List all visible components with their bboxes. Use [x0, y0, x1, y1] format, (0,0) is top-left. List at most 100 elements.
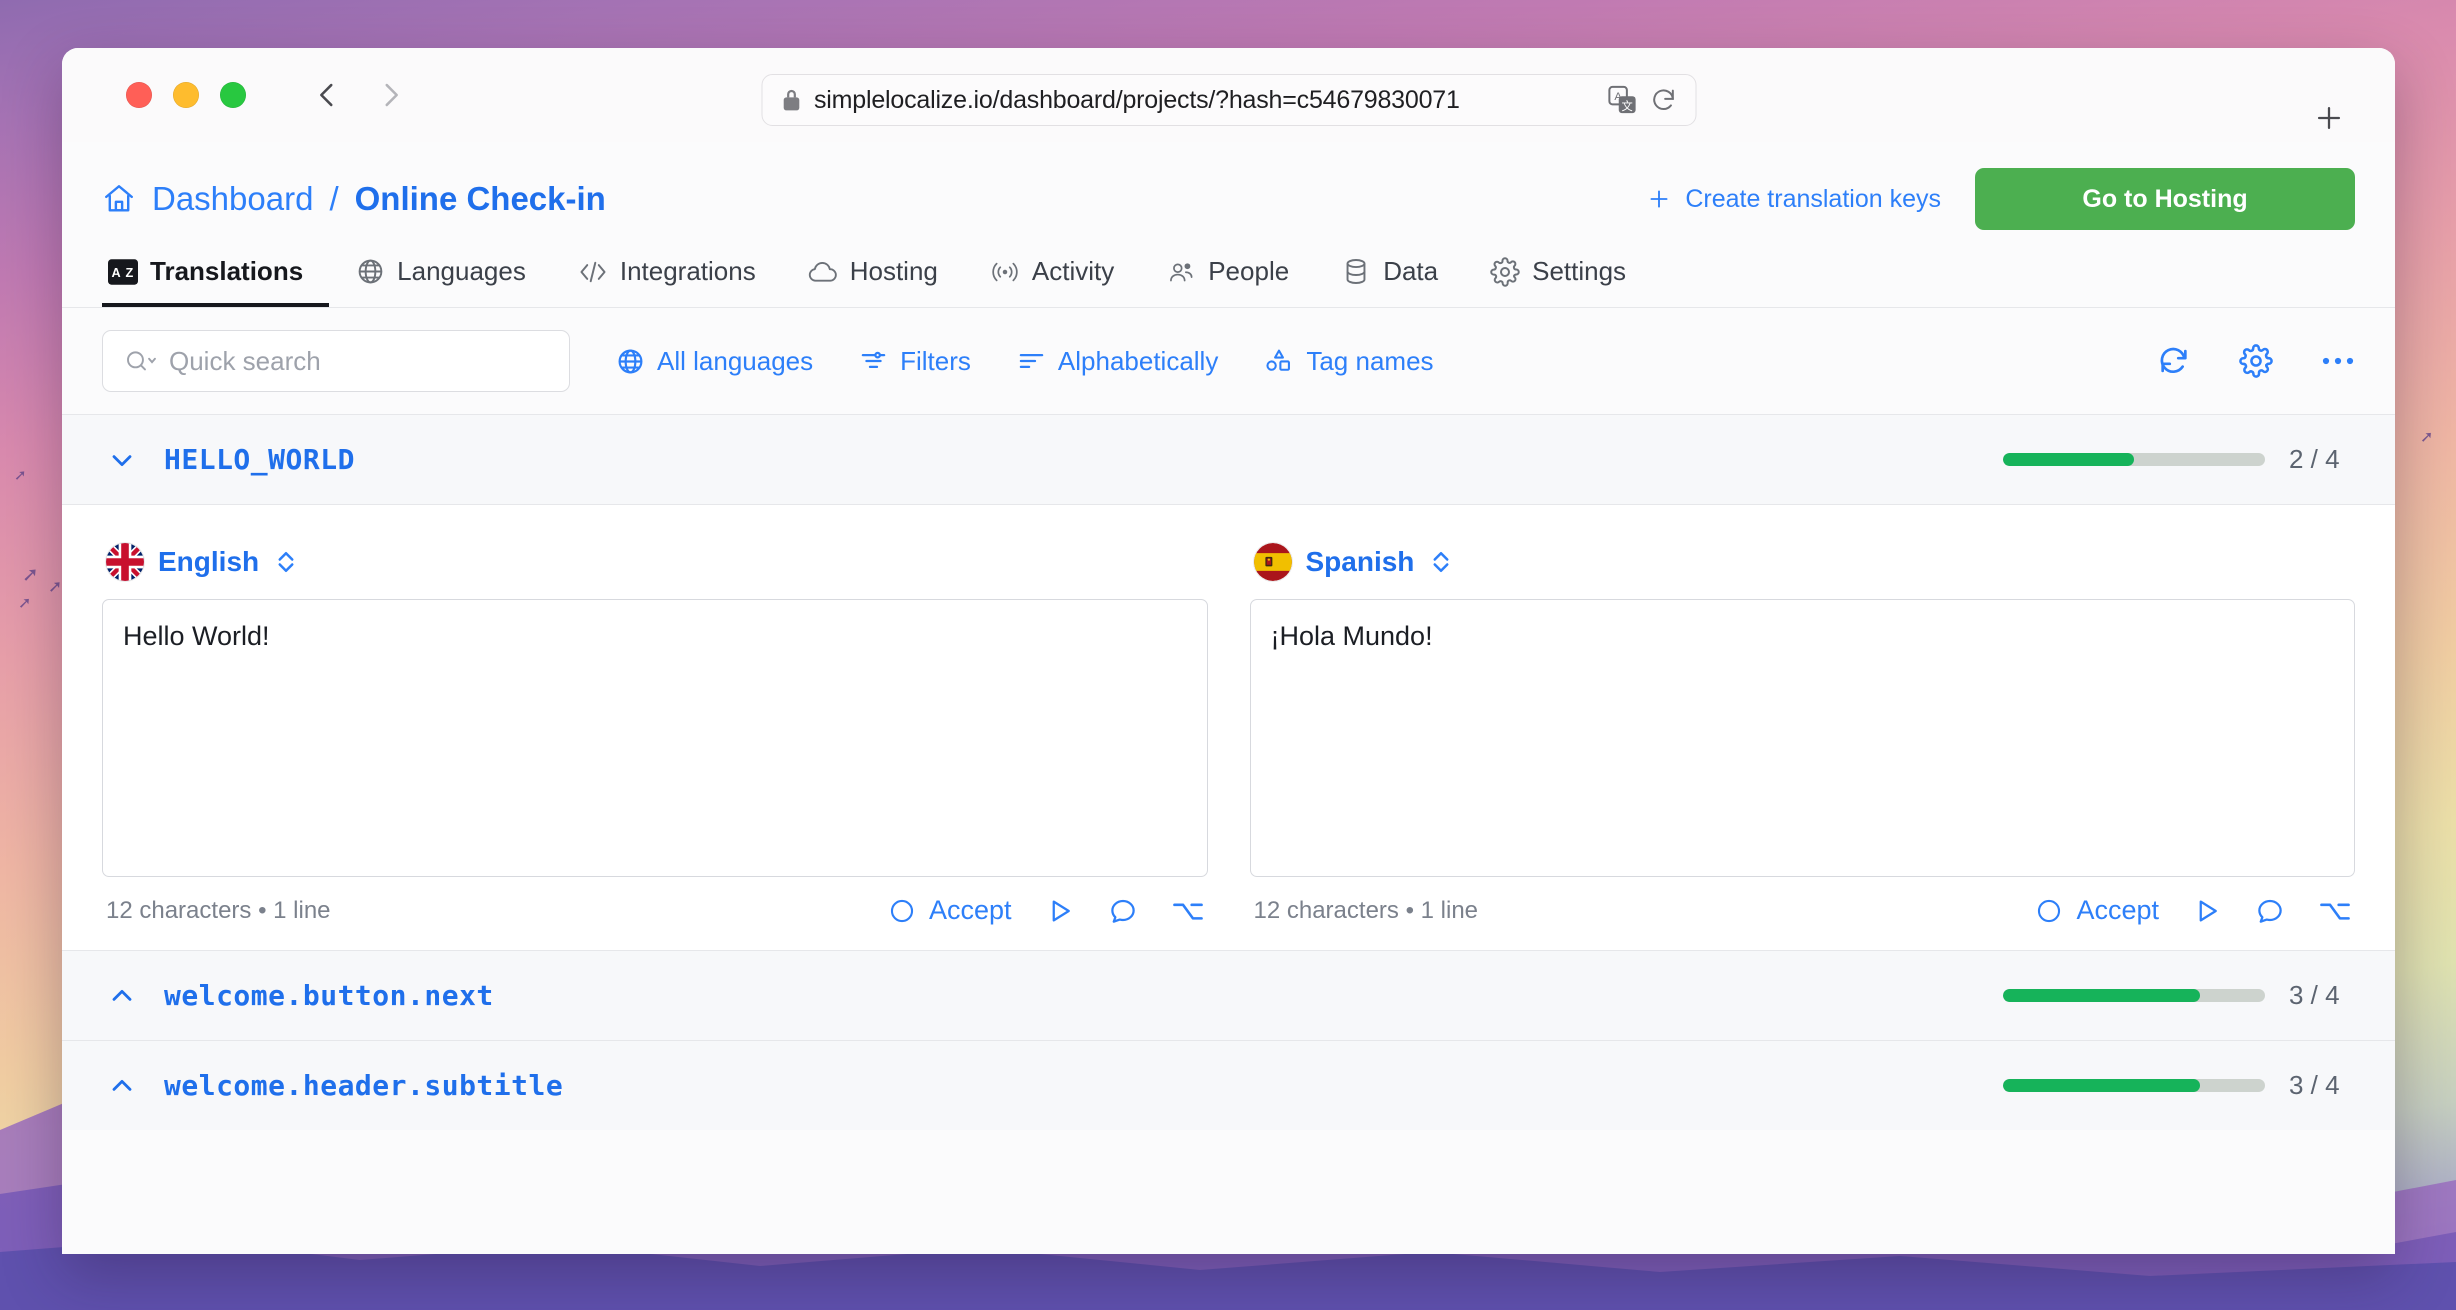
- tab-integrations[interactable]: Integrations: [552, 248, 782, 307]
- all-languages-label: All languages: [657, 345, 814, 376]
- tab-translations-label: Translations: [150, 256, 304, 286]
- search-input[interactable]: [169, 345, 549, 377]
- flag-es-icon: [1253, 543, 1292, 581]
- translate-page-icon[interactable]: A文: [1607, 85, 1637, 115]
- tab-languages-label: Languages: [397, 256, 526, 286]
- bird-icon: ➚: [22, 564, 39, 586]
- translation-key-group: welcome.header.subtitle 3 / 4: [62, 1040, 2395, 1130]
- circle-icon: [888, 897, 916, 925]
- users-icon: [1166, 257, 1196, 287]
- create-translation-keys-label: Create translation keys: [1685, 184, 1941, 213]
- language-selector-english[interactable]: English: [106, 543, 1208, 581]
- language-selector-spanish[interactable]: Spanish: [1253, 543, 2356, 581]
- chevron-up-icon[interactable]: [102, 980, 142, 1012]
- browser-toolbar: simplelocalize.io/dashboard/projects/?ha…: [62, 48, 2395, 142]
- globe-icon: [355, 257, 385, 287]
- tab-translations[interactable]: AZ Translations: [102, 248, 330, 307]
- all-languages-button[interactable]: All languages: [616, 346, 813, 377]
- progress-bar: [2003, 989, 2265, 1002]
- breadcrumb-separator: /: [329, 180, 339, 217]
- cloud-icon: [808, 257, 838, 287]
- back-button[interactable]: [310, 78, 344, 112]
- translation-key-group: welcome.button.next 3 / 4: [62, 950, 2395, 1040]
- globe-icon: [616, 347, 645, 376]
- sort-icon: [1017, 348, 1046, 374]
- translation-key-row[interactable]: welcome.button.next 3 / 4: [62, 951, 2395, 1040]
- bird-icon: ➚: [14, 467, 27, 484]
- refresh-icon[interactable]: [2157, 344, 2191, 378]
- svg-text:Z: Z: [125, 266, 133, 280]
- tab-people[interactable]: People: [1140, 248, 1315, 307]
- translation-key-row[interactable]: HELLO_WORLD 2 / 4: [62, 415, 2395, 504]
- reload-icon[interactable]: [1649, 86, 1677, 114]
- translation-actions-spanish: Accept: [2035, 895, 2351, 926]
- chevron-up-icon[interactable]: [102, 1070, 142, 1102]
- minimize-window-button[interactable]: [173, 82, 199, 108]
- translation-progress: 3 / 4: [2003, 1070, 2355, 1101]
- sort-order-button[interactable]: Alphabetically: [1017, 346, 1218, 377]
- accept-label-english: Accept: [928, 895, 1012, 925]
- tab-people-label: People: [1208, 256, 1290, 286]
- comment-icon[interactable]: [1108, 896, 1138, 926]
- search-box[interactable]: [102, 330, 570, 392]
- breadcrumb-dashboard-link[interactable]: Dashboard: [152, 180, 313, 218]
- accept-button-english[interactable]: Accept: [888, 895, 1012, 926]
- translation-footer-spanish: 12 characters • 1 line Accept: [1250, 895, 2356, 926]
- comment-icon[interactable]: [2255, 896, 2285, 926]
- option-key-icon[interactable]: [2319, 897, 2351, 925]
- accept-button-spanish[interactable]: Accept: [2035, 895, 2159, 926]
- translation-textarea-spanish[interactable]: [1249, 599, 2355, 877]
- bird-icon: ➚: [2420, 429, 2434, 446]
- tab-settings[interactable]: Settings: [1464, 248, 1652, 307]
- flag-gb-icon: [106, 543, 144, 581]
- new-tab-button[interactable]: [2309, 98, 2349, 138]
- chevron-updown-icon[interactable]: [1428, 547, 1454, 577]
- accept-label-spanish: Accept: [2076, 895, 2159, 925]
- character-count-spanish: 12 characters • 1 line: [1253, 896, 1479, 924]
- tab-integrations-label: Integrations: [619, 256, 756, 286]
- ellipsis-icon[interactable]: [2321, 355, 2355, 367]
- filter-icon: [859, 348, 888, 374]
- tag-names-button[interactable]: Tag names: [1264, 345, 1434, 377]
- filters-button[interactable]: Filters: [859, 346, 971, 377]
- translation-key-name[interactable]: welcome.button.next: [164, 979, 494, 1012]
- translation-key-list: HELLO_WORLD 2 / 4 English Hello World! 1…: [62, 414, 2395, 1254]
- breadcrumb-project-name[interactable]: Online Check-in: [355, 180, 606, 218]
- translation-key-name[interactable]: HELLO_WORLD: [164, 443, 355, 476]
- app-header: Dashboard / Online Check-in Create trans…: [62, 142, 2395, 230]
- translation-key-group: HELLO_WORLD 2 / 4 English Hello World! 1…: [62, 414, 2395, 950]
- filters-label: Filters: [900, 345, 971, 376]
- auto-translate-icon[interactable]: [2193, 896, 2221, 926]
- tag-names-label: Tag names: [1306, 345, 1434, 376]
- tab-data[interactable]: Data: [1315, 248, 1464, 307]
- close-window-button[interactable]: [126, 82, 152, 108]
- chevron-down-icon[interactable]: [102, 444, 142, 476]
- tab-hosting[interactable]: Hosting: [782, 248, 964, 307]
- tab-activity[interactable]: Activity: [964, 248, 1140, 307]
- maximize-window-button[interactable]: [220, 82, 246, 108]
- window-controls[interactable]: [126, 82, 246, 108]
- forward-button[interactable]: [374, 78, 408, 112]
- svg-text:文: 文: [1621, 99, 1632, 113]
- database-icon: [1341, 257, 1371, 287]
- translation-key-row[interactable]: welcome.header.subtitle 3 / 4: [62, 1041, 2395, 1130]
- tab-hosting-label: Hosting: [849, 256, 938, 286]
- chevron-updown-icon[interactable]: [273, 547, 299, 577]
- auto-translate-icon[interactable]: [1046, 896, 1074, 926]
- search-icon[interactable]: [123, 347, 157, 375]
- tab-languages[interactable]: Languages: [329, 248, 552, 307]
- create-translation-keys-button[interactable]: Create translation keys: [1646, 185, 1941, 214]
- progress-bar: [2003, 453, 2265, 466]
- progress-fraction: 2 / 4: [2289, 444, 2340, 474]
- go-to-hosting-button[interactable]: Go to Hosting: [1975, 168, 2355, 230]
- address-bar[interactable]: simplelocalize.io/dashboard/projects/?ha…: [761, 74, 1696, 126]
- option-key-icon[interactable]: [1172, 897, 1204, 925]
- translation-textarea-english[interactable]: [102, 599, 1208, 877]
- home-icon[interactable]: [102, 182, 136, 216]
- translation-column-english: English 12 characters • 1 line: [102, 531, 1208, 926]
- translate-icon: AZ: [108, 257, 138, 287]
- shapes-icon: [1264, 347, 1294, 375]
- progress-bar: [2003, 1079, 2265, 1092]
- gear-icon[interactable]: [2239, 344, 2273, 378]
- translation-key-name[interactable]: welcome.header.subtitle: [164, 1069, 563, 1102]
